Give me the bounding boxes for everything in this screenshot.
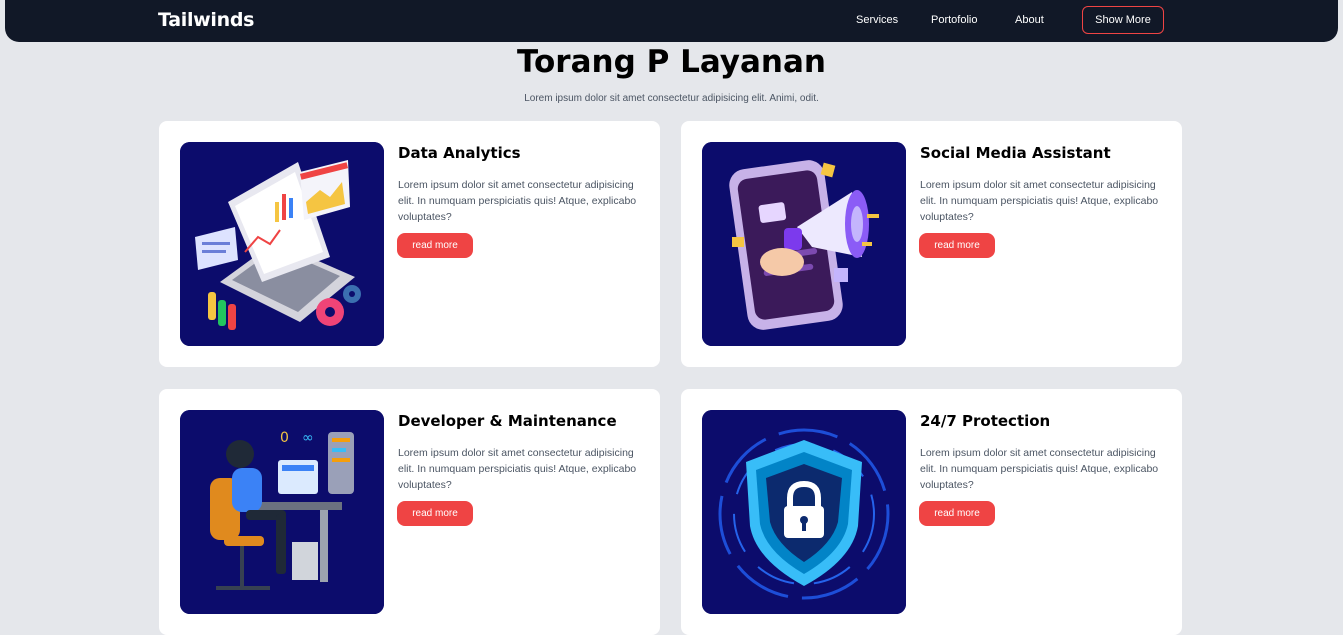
- page-subtitle: Lorem ipsum dolor sit amet consectetur a…: [524, 93, 819, 104]
- nav-link-portofolio[interactable]: Portofolio: [931, 14, 977, 26]
- card-description: Lorem ipsum dolor sit amet consectetur a…: [398, 447, 637, 491]
- nav-link-services[interactable]: Services: [856, 14, 898, 26]
- card-title: Social Media Assistant: [920, 144, 1111, 162]
- read-more-button[interactable]: read more: [397, 233, 473, 258]
- service-card-data-analytics: Data Analytics Lorem ipsum dolor sit ame…: [159, 121, 660, 367]
- card-description: Lorem ipsum dolor sit amet consectetur a…: [398, 179, 637, 223]
- read-more-button[interactable]: read more: [919, 501, 995, 526]
- card-description: Lorem ipsum dolor sit amet consectetur a…: [920, 447, 1159, 491]
- social-media-illustration: [702, 142, 906, 346]
- brand-logo[interactable]: Tailwinds: [158, 9, 254, 31]
- card-title: Developer & Maintenance: [398, 412, 617, 430]
- navbar: Tailwinds Services Portofolio About Show…: [5, 0, 1338, 42]
- service-card-protection: 24/7 Protection Lorem ipsum dolor sit am…: [681, 389, 1182, 635]
- service-card-social-media: Social Media Assistant Lorem ipsum dolor…: [681, 121, 1182, 367]
- developer-illustration: 0 ∞: [180, 410, 384, 614]
- nav-link-about[interactable]: About: [1015, 14, 1044, 26]
- read-more-button[interactable]: read more: [397, 501, 473, 526]
- svg-text:0: 0: [280, 430, 289, 446]
- card-description: Lorem ipsum dolor sit amet consectetur a…: [920, 179, 1159, 223]
- protection-illustration: [702, 410, 906, 614]
- read-more-button[interactable]: read more: [919, 233, 995, 258]
- data-analytics-illustration: [180, 142, 384, 346]
- card-title: Data Analytics: [398, 144, 521, 162]
- service-card-developer: 0 ∞ Developer & Maintenance Lorem ipsum …: [159, 389, 660, 635]
- show-more-button[interactable]: Show More: [1082, 6, 1164, 34]
- card-title: 24/7 Protection: [920, 412, 1051, 430]
- svg-text:∞: ∞: [302, 430, 314, 446]
- page-title: Torang P Layanan: [516, 44, 826, 80]
